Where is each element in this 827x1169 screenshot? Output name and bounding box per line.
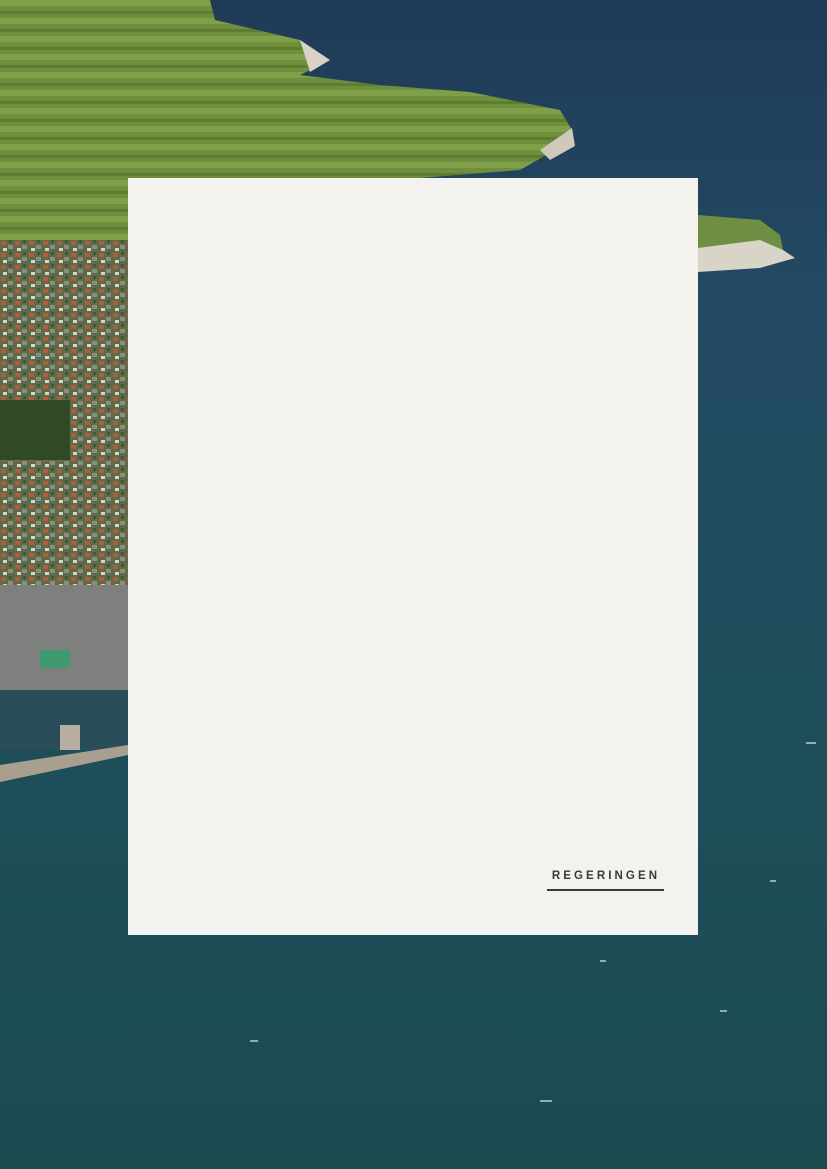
regeringen-wordmark: REGERINGEN <box>551 870 661 882</box>
cover-panel: REGERINGEN <box>128 178 698 935</box>
wordmark-underline <box>547 889 664 891</box>
